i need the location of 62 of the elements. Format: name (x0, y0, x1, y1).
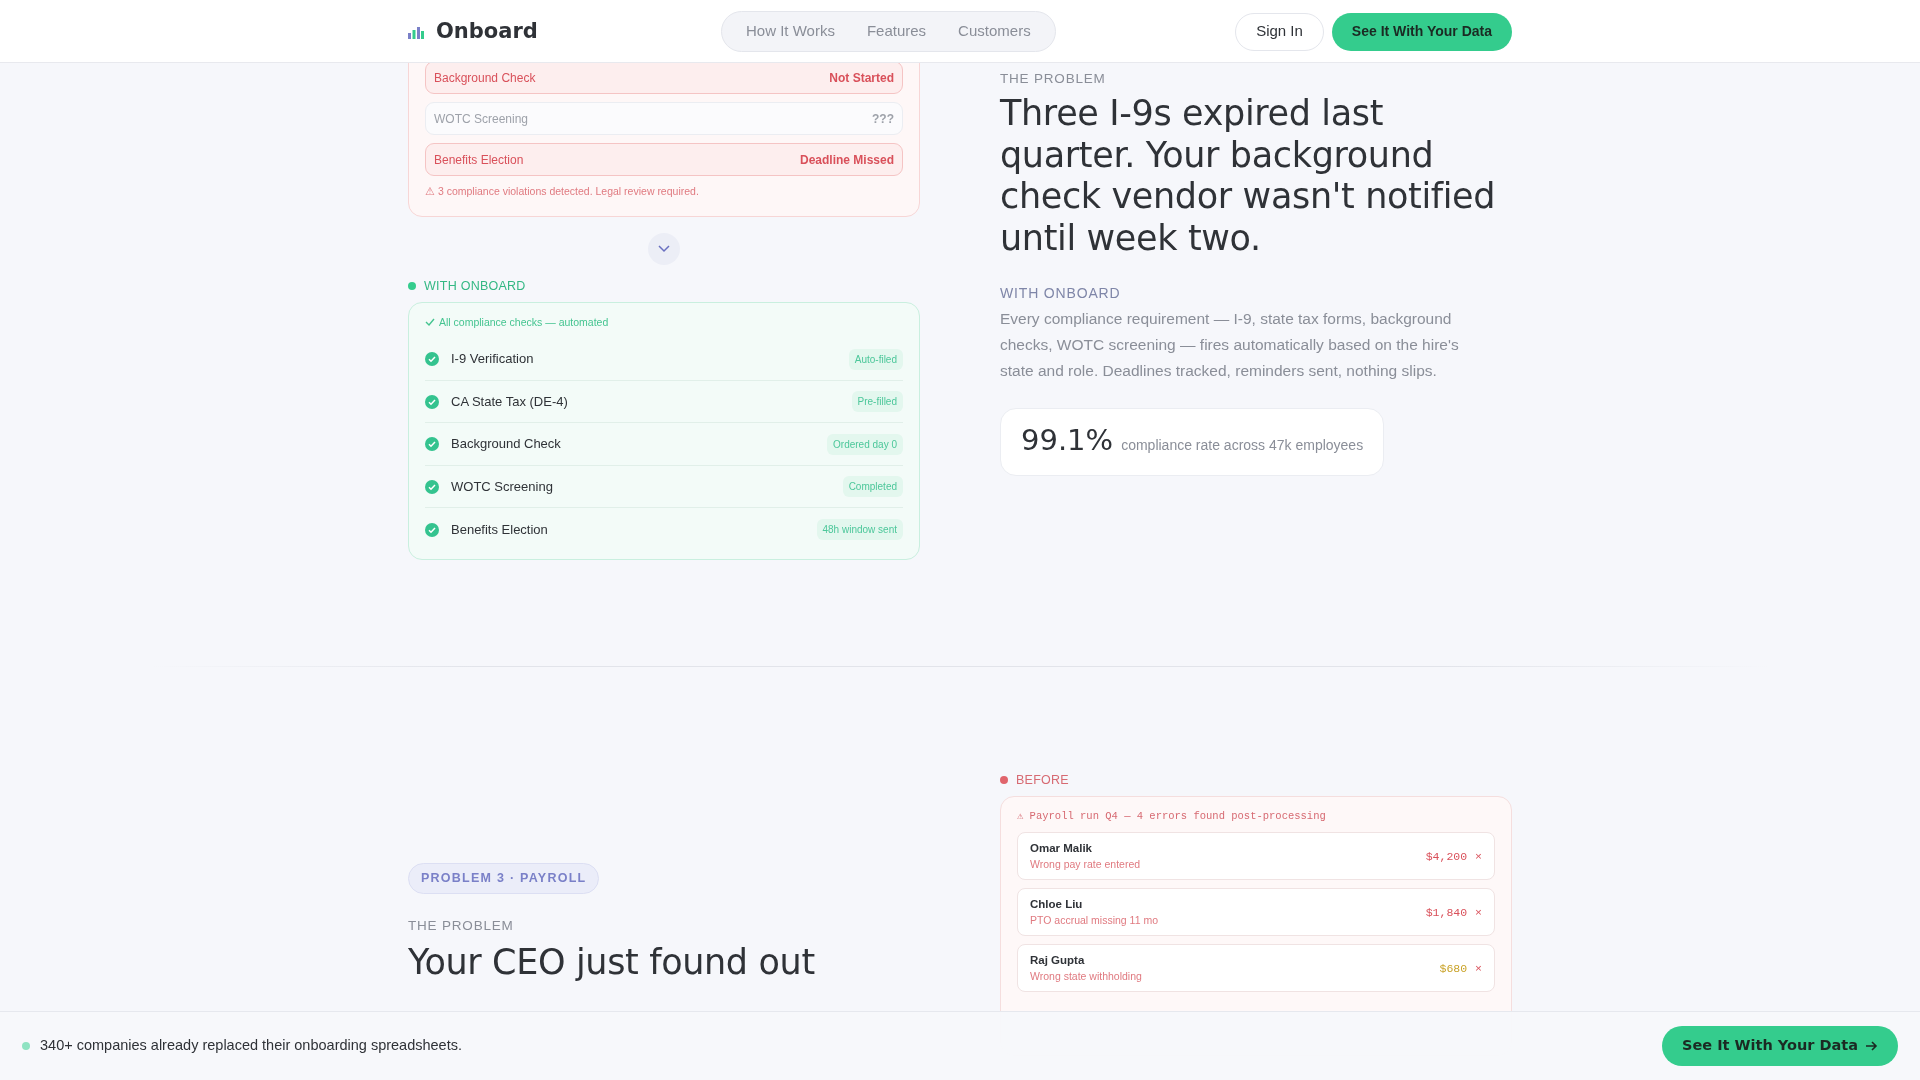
checklist-item: CA State Tax (DE-4) (451, 392, 568, 411)
status-badge: Auto-filed (848, 348, 903, 370)
section-label: WITH ONBOARD (1000, 284, 1122, 304)
row-status: Deadline Missed (799, 151, 894, 169)
amount-text: $1,840 (1425, 904, 1468, 921)
row-label: WOTC Screening (434, 110, 529, 128)
section-label: WITH ONBOARD (424, 277, 526, 295)
problem-tag: PROBLEM 3 · PAYROLL (408, 862, 600, 894)
status-dot (1000, 776, 1008, 785)
status-dot (22, 1042, 30, 1050)
section-label: BEFORE (1016, 771, 1069, 789)
check-icon (425, 318, 435, 327)
check-circle-icon (425, 394, 439, 409)
check-circle-icon (425, 522, 439, 537)
nav-link[interactable]: How It Works (730, 20, 851, 43)
error-text: Wrong pay rate entered (1030, 857, 1141, 872)
checklist-item: I-9 Verification (451, 350, 534, 369)
close-icon[interactable]: × (1475, 903, 1482, 921)
status-badge: Completed (842, 476, 903, 497)
nav-link[interactable]: Customers (942, 20, 1047, 43)
error-text: Wrong state withholding (1030, 969, 1142, 984)
employee-name: Chloe Liu (1030, 896, 1084, 912)
warning-note: ⚠ 3 compliance violations detected. Legal review required. (425, 184, 700, 199)
checklist-item: Benefits Election (451, 520, 548, 539)
row-label: Background Check (434, 69, 536, 87)
employee-name: Raj Gupta (1030, 952, 1086, 968)
arrow-right-icon (1866, 1041, 1878, 1051)
close-icon[interactable]: × (1475, 959, 1482, 977)
stat-caption: compliance rate across 47k employees (1121, 436, 1364, 456)
status-badge: Pre-filled (851, 391, 903, 412)
sign-in-button[interactable]: Sign In (1235, 12, 1324, 51)
logo-text: Onboard (436, 17, 538, 45)
check-circle-icon (425, 437, 439, 451)
bar-text: 340+ companies already replaced their onboarding spreadsheets. (40, 1036, 462, 1056)
chevron-down-icon[interactable] (648, 232, 680, 265)
status-dot (408, 282, 416, 291)
cta-button[interactable]: See It With Your Data (1331, 12, 1512, 51)
amount-text: $680 (1439, 960, 1468, 977)
check-circle-icon (425, 352, 439, 366)
bar-chart-icon (408, 24, 424, 39)
status-badge: 48h window sent (816, 519, 903, 540)
section-heading: Three I-9s expired last quarter. Your background check vendor wasn't notified until week two. (1000, 93, 1497, 260)
amount-text: $4,200 (1425, 848, 1468, 865)
checklist-header: All compliance checks — automated (439, 314, 609, 330)
cta-button[interactable]: See It With Your Data (1662, 1026, 1898, 1066)
stat-value: 99.1% (1021, 422, 1114, 460)
error-text: PTO accrual missing 11 mo (1030, 913, 1158, 928)
checklist-item: Background Check (451, 435, 561, 454)
eyebrow-text: THE PROBLEM (408, 916, 515, 935)
nav-link[interactable]: Features (850, 20, 943, 43)
eyebrow-text: THE PROBLEM (1000, 70, 1107, 88)
close-icon[interactable]: × (1475, 847, 1482, 865)
payroll-header: ⚠ Payroll run Q4 — 4 errors found post-processing (1017, 808, 1327, 824)
section-heading: Your CEO just found out (408, 941, 816, 984)
description-text: Every compliance requirement — I-9, state tax forms, background checks, WOTC screening — fires automatically based on the hire's state and role. Deadlines tracked, reminders sent, nothing slips. (1000, 309, 1460, 382)
check-circle-icon (425, 479, 439, 494)
status-badge: Ordered day 0 (827, 433, 903, 455)
checklist-item: WOTC Screening (451, 477, 553, 496)
row-label: Benefits Election (434, 151, 524, 169)
row-status: Not Started (829, 69, 894, 87)
employee-name: Omar Malik (1030, 840, 1093, 856)
row-status: ??? (872, 110, 894, 128)
